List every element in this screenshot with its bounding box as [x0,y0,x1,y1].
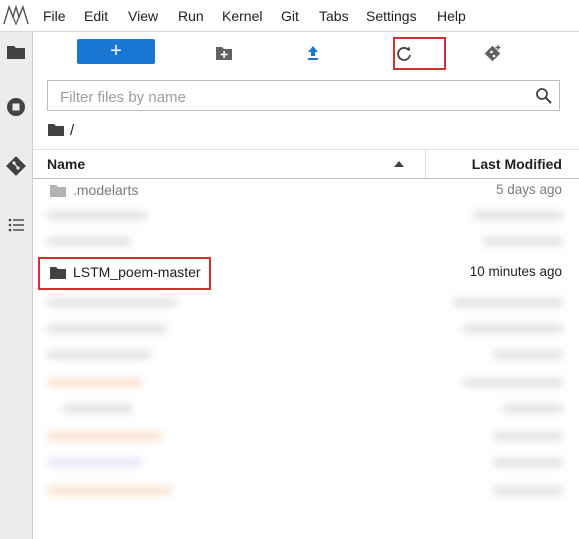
file-name: .modelarts [73,182,139,198]
folder-icon[interactable] [5,41,27,63]
row-highlight-box [38,257,211,290]
jupyter-logo-icon [3,4,29,26]
upload-icon[interactable] [303,43,323,63]
breadcrumb-root[interactable]: / [70,122,74,139]
menu-file[interactable]: File [43,8,66,24]
git-icon[interactable] [5,155,27,177]
list-icon[interactable] [5,214,27,236]
filter-files-input[interactable] [58,86,532,108]
left-sidebar-rail [0,32,33,539]
folder-icon[interactable] [48,123,64,137]
menu-kernel[interactable]: Kernel [222,8,262,24]
column-name-header[interactable]: Name [47,156,85,172]
search-icon [536,88,552,104]
new-folder-icon[interactable] [214,43,234,63]
file-modified: 5 days ago [495,182,562,197]
sort-up-icon [394,161,404,167]
listing-header: Name Last Modified [33,149,579,179]
menu-tabs[interactable]: Tabs [319,8,349,24]
refresh-icon[interactable] [394,44,414,64]
column-last-modified-header[interactable]: Last Modified [472,156,562,172]
file-modified: 10 minutes ago [469,264,562,279]
filter-box [47,80,560,111]
new-launcher-button[interactable]: + [77,39,155,64]
menu-settings[interactable]: Settings [366,8,417,24]
file-browser-toolbar: + [33,32,579,74]
menu-bar: File Edit View Run Kernel Git Tabs Setti… [0,0,579,32]
column-divider[interactable] [425,150,426,178]
menu-view[interactable]: View [128,8,158,24]
obscured-rows-top [33,205,573,259]
list-item[interactable]: .modelarts 5 days ago [33,178,579,204]
git-clone-icon[interactable] [483,43,503,63]
folder-icon [50,185,66,197]
menu-help[interactable]: Help [437,8,466,24]
menu-run[interactable]: Run [178,8,204,24]
menu-git[interactable]: Git [281,8,299,24]
obscured-rows-bottom [33,292,573,508]
stop-circle-icon[interactable] [5,96,27,118]
menu-edit[interactable]: Edit [84,8,108,24]
